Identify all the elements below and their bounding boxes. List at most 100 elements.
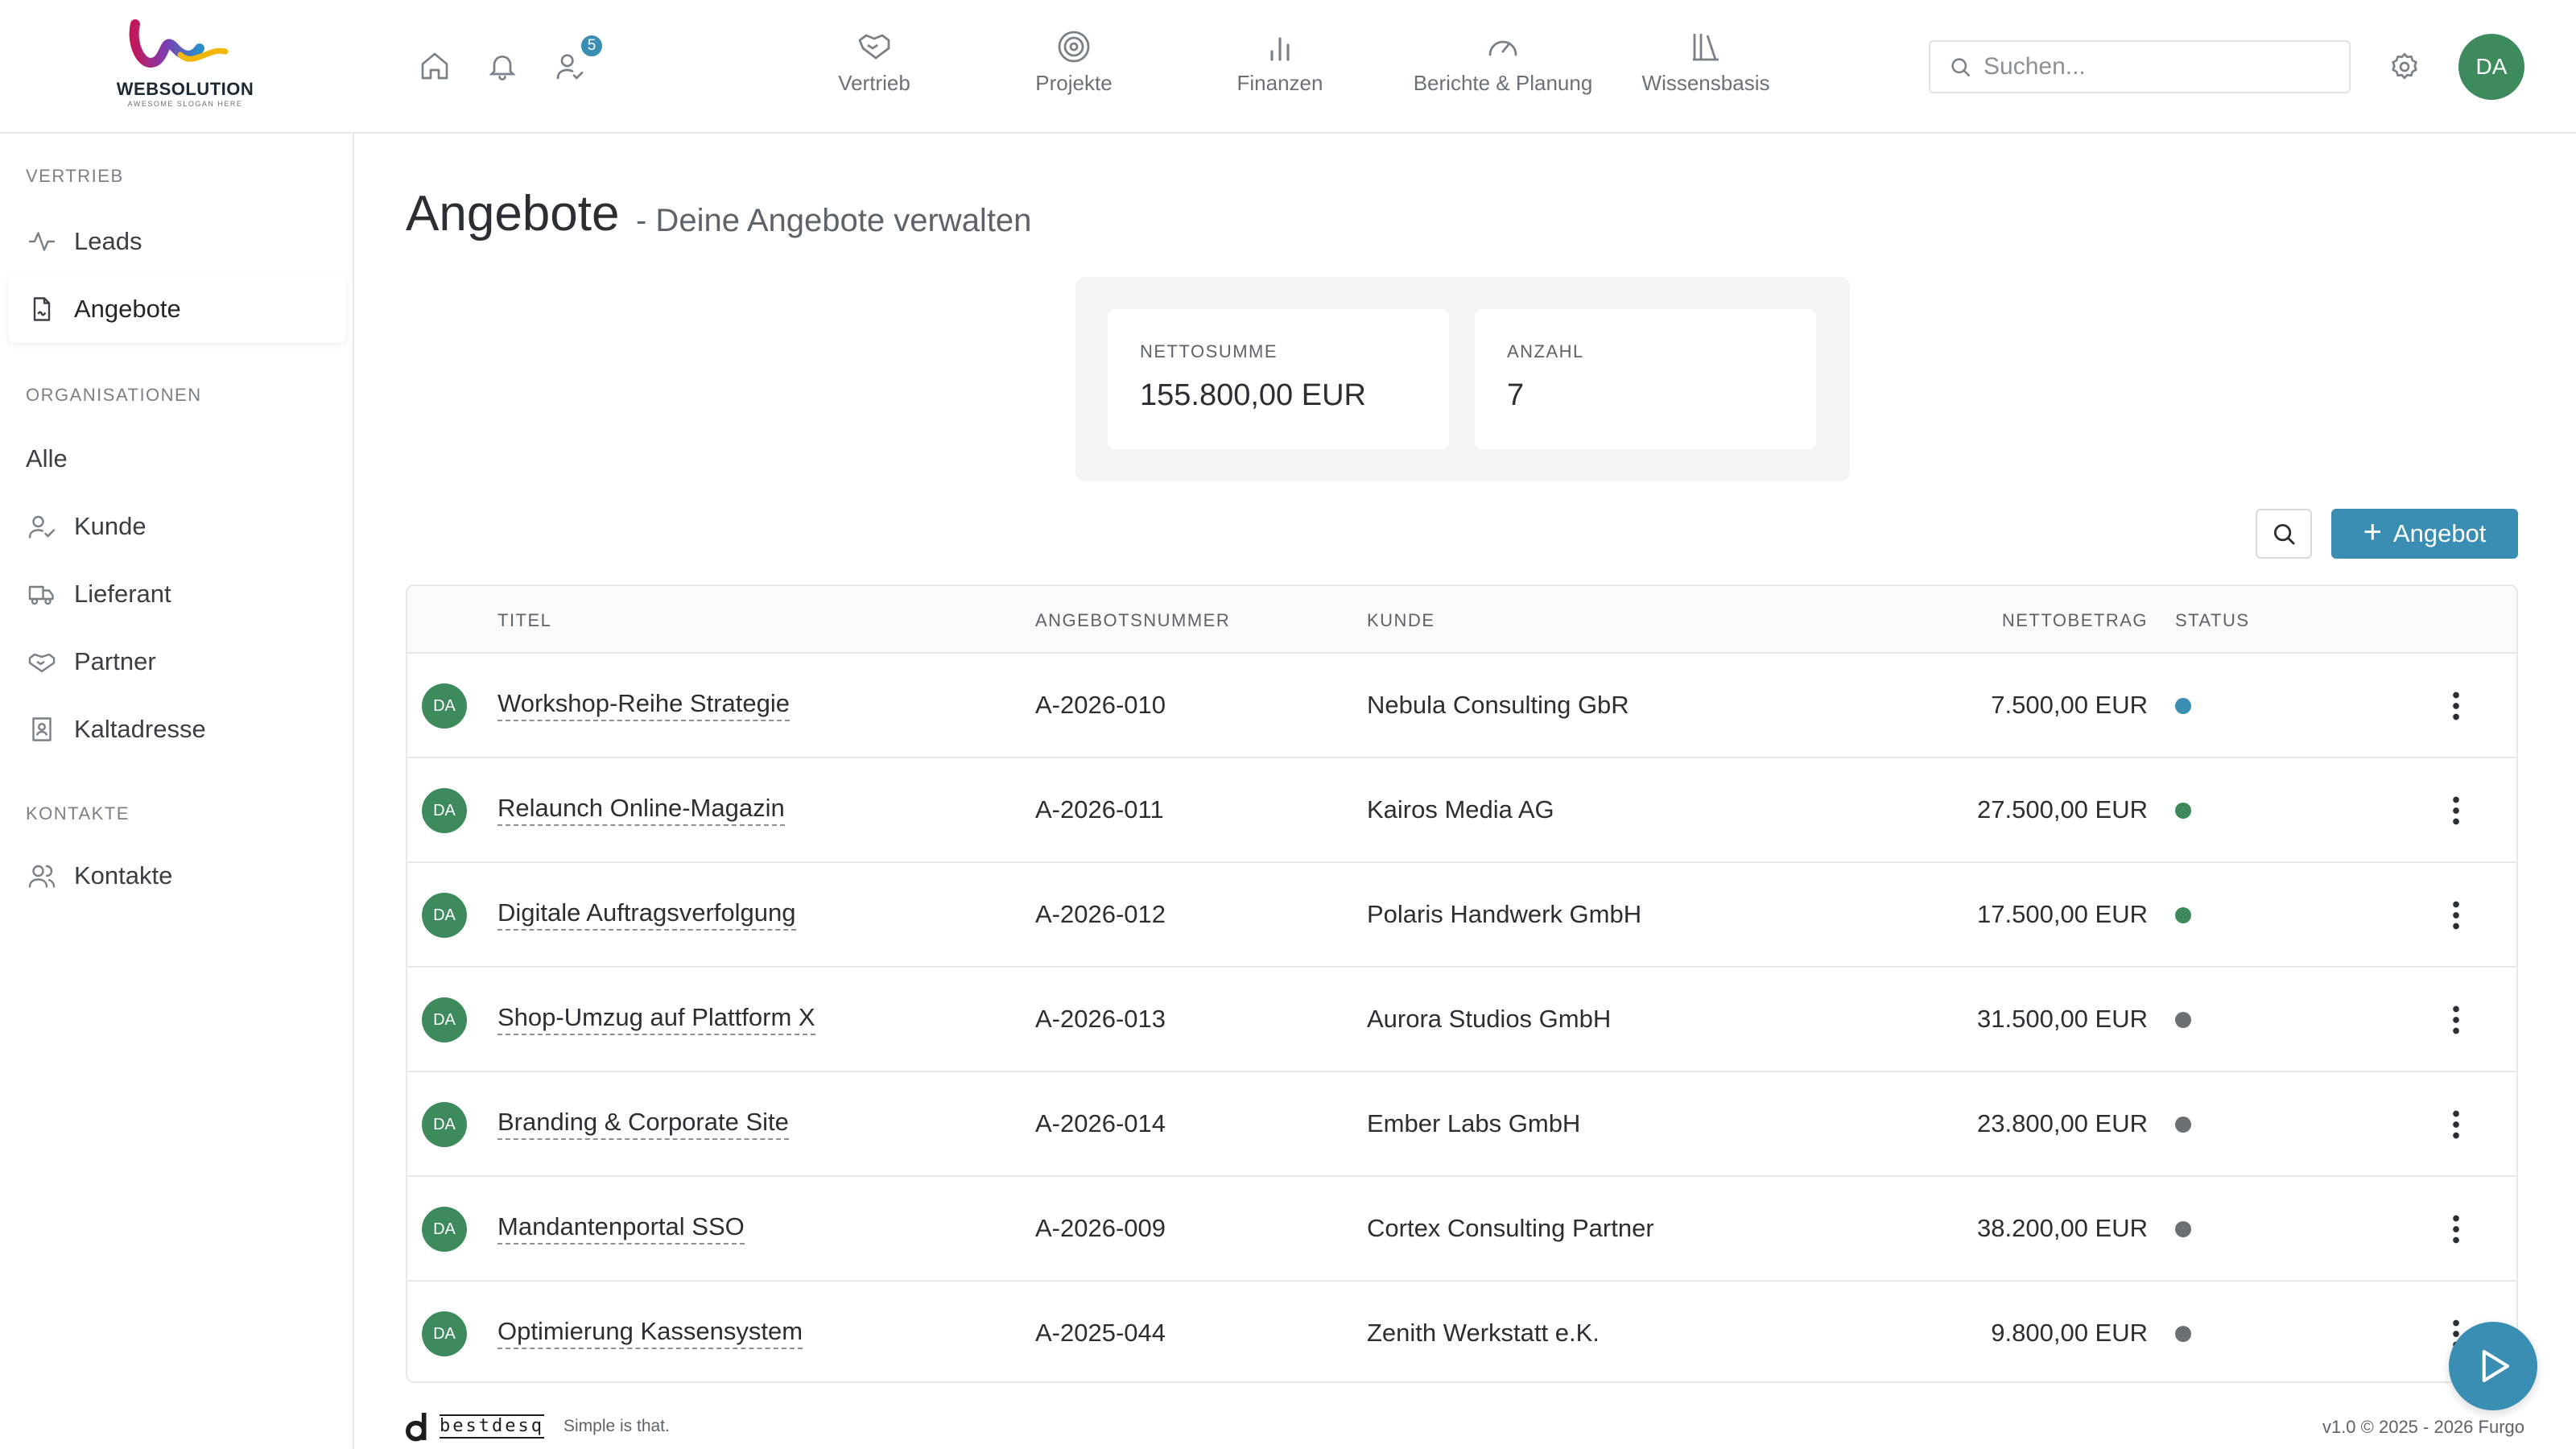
cell-customer: Cortex Consulting Partner [1367, 1214, 1654, 1242]
status-dot [2175, 803, 2191, 819]
nav-vertrieb[interactable]: Vertrieb [794, 27, 955, 108]
more-options-icon[interactable] [2436, 1000, 2476, 1040]
more-options-icon[interactable] [2436, 1104, 2476, 1145]
owner-avatar: DA [422, 893, 467, 938]
sidebar-item-lieferant[interactable]: Lieferant [8, 560, 346, 628]
cell-offer-number: A-2025-044 [1035, 1319, 1166, 1347]
cell-net-amount: 17.500,00 EUR [1977, 900, 2148, 928]
gear-icon[interactable] [2384, 47, 2425, 87]
cell-customer: Polaris Handwerk GmbH [1367, 900, 1642, 928]
owner-avatar: DA [422, 788, 467, 833]
table-row[interactable]: DA Shop-Umzug auf Plattform X A-2026-013 Au… [407, 968, 2516, 1072]
cell-offer-number: A-2026-012 [1035, 900, 1166, 928]
cell-offer-number: A-2026-009 [1035, 1214, 1166, 1242]
table-row[interactable]: DA Optimierung Kassensystem A-2025-044 Zeni… [407, 1282, 2516, 1381]
nav-projekte[interactable]: Projekte [993, 27, 1154, 108]
add-offer-button[interactable]: + Angebot [2331, 509, 2518, 559]
sidebar-item-kontakte[interactable]: Kontakte [8, 842, 346, 910]
table-row[interactable]: DA Mandantenportal SSO A-2026-009 Cortex Co… [407, 1177, 2516, 1282]
more-options-icon[interactable] [2436, 686, 2476, 726]
sidebar-item-kaltadresse[interactable]: Kaltadresse [8, 696, 346, 763]
owner-avatar: DA [422, 1207, 467, 1252]
cell-title: Relaunch Online-Magazin [497, 758, 785, 861]
nav-wissensbasis[interactable]: Wissensbasis [1613, 27, 1798, 108]
cell-customer: Ember Labs GmbH [1367, 1109, 1581, 1137]
sidebar-item-label: Alle [26, 444, 68, 473]
cell-title: Mandantenportal SSO [497, 1177, 745, 1280]
sidebar-item-alle[interactable]: Alle [8, 425, 346, 493]
more-options-icon[interactable] [2436, 895, 2476, 935]
library-icon [1693, 34, 1719, 61]
sidebar-item-label: Lieferant [74, 580, 171, 608]
sidebar-item-leads[interactable]: Leads [8, 208, 346, 275]
cell-offer-number: A-2026-013 [1035, 1005, 1166, 1033]
offer-title-link[interactable]: Branding & Corporate Site [497, 1108, 789, 1140]
sidebar-item-label: Kaltadresse [74, 715, 206, 743]
nav-berichte-planung[interactable]: Berichte & Planung [1370, 27, 1636, 108]
bestdesq-logo-icon [406, 1413, 427, 1442]
nav-label: Berichte & Planung [1413, 71, 1593, 95]
truck-icon [26, 578, 58, 610]
footer-brand-name: bestdesq [440, 1414, 544, 1439]
cell-net-amount: 23.800,00 EUR [1977, 1109, 2148, 1137]
bell-icon[interactable] [483, 47, 522, 85]
table-row[interactable]: DA Digitale Auftragsverfolgung A-2026-012 P… [407, 863, 2516, 968]
more-options-icon[interactable] [2436, 791, 2476, 831]
brand-name: WEBSOLUTION [116, 79, 254, 99]
column-header-angebotsnummer[interactable]: ANGEBOTSNUMMER [1035, 610, 1230, 631]
status-dot [2175, 907, 2191, 923]
cell-net-amount: 27.500,00 EUR [1977, 795, 2148, 824]
cell-title: Workshop-Reihe Strategie [497, 654, 790, 757]
cell-customer: Aurora Studios GmbH [1367, 1005, 1612, 1033]
sidebar-item-partner[interactable]: Partner [8, 628, 346, 696]
column-header-status[interactable]: STATUS [2175, 610, 2250, 631]
search-input[interactable] [1984, 53, 2338, 80]
offer-title-link[interactable]: Digitale Auftragsverfolgung [497, 898, 796, 931]
cell-customer: Nebula Consulting GbR [1367, 691, 1629, 719]
offer-title-link[interactable]: Relaunch Online-Magazin [497, 794, 785, 826]
handshake-icon [858, 34, 890, 60]
global-search[interactable] [1929, 40, 2351, 93]
user-avatar[interactable]: DA [2458, 34, 2524, 100]
column-header-titel[interactable]: TITEL [497, 610, 551, 631]
status-dot [2175, 1326, 2191, 1342]
table-row[interactable]: DA Branding & Corporate Site A-2026-014 Emb… [407, 1072, 2516, 1177]
top-bar: WEBSOLUTION AWESOME SLOGAN HERE 5 Vertri… [0, 0, 2576, 134]
target-icon [1058, 31, 1090, 63]
more-options-icon[interactable] [2436, 1209, 2476, 1249]
table-search-button[interactable] [2256, 509, 2312, 559]
cell-customer: Kairos Media AG [1367, 795, 1554, 824]
search-icon [1951, 58, 1970, 76]
play-fab-button[interactable] [2449, 1322, 2537, 1410]
owner-avatar: DA [422, 997, 467, 1042]
column-header-nettobetrag[interactable]: NETTOBETRAG [2002, 610, 2148, 631]
offer-title-link[interactable]: Optimierung Kassensystem [497, 1317, 803, 1349]
gauge-icon [1488, 40, 1517, 56]
stat-card-netto: NETTOSUMME 155.800,00 EUR [1108, 309, 1449, 449]
nav-label: Finanzen [1236, 71, 1323, 95]
table-row[interactable]: DA Workshop-Reihe Strategie A-2026-010 Nebu… [407, 654, 2516, 758]
cell-net-amount: 31.500,00 EUR [1977, 1005, 2148, 1033]
nav-label: Vertrieb [838, 71, 910, 95]
page-subtitle: - Deine Angebote verwalten [636, 203, 1032, 238]
offer-title-link[interactable]: Workshop-Reihe Strategie [497, 689, 790, 721]
sidebar-item-kunde[interactable]: Kunde [8, 493, 346, 560]
cell-customer: Zenith Werkstatt e.K. [1367, 1319, 1600, 1347]
contact-book-icon [26, 713, 58, 745]
cell-offer-number: A-2026-010 [1035, 691, 1166, 719]
column-header-kunde[interactable]: KUNDE [1367, 610, 1435, 631]
plus-icon: + [2363, 514, 2382, 550]
sidebar-item-angebote[interactable]: Angebote [8, 275, 346, 343]
nav-finanzen[interactable]: Finanzen [1199, 27, 1360, 108]
offer-title-link[interactable]: Mandantenportal SSO [497, 1212, 745, 1245]
owner-avatar: DA [422, 1102, 467, 1147]
footer-slogan: Simple is that. [563, 1417, 670, 1435]
nav-label: Projekte [1035, 71, 1113, 95]
brand-logo[interactable]: WEBSOLUTION AWESOME SLOGAN HERE [105, 19, 254, 109]
logo-mark-icon [129, 19, 229, 68]
offer-title-link[interactable]: Shop-Umzug auf Plattform X [497, 1003, 815, 1035]
sidebar: VERTRIEB Leads Angebote ORGANISATIONEN A… [0, 134, 354, 1449]
table-row[interactable]: DA Relaunch Online-Magazin A-2026-011 Kairo… [407, 758, 2516, 863]
notification-badge: 5 [580, 34, 604, 58]
home-icon[interactable] [415, 47, 454, 85]
